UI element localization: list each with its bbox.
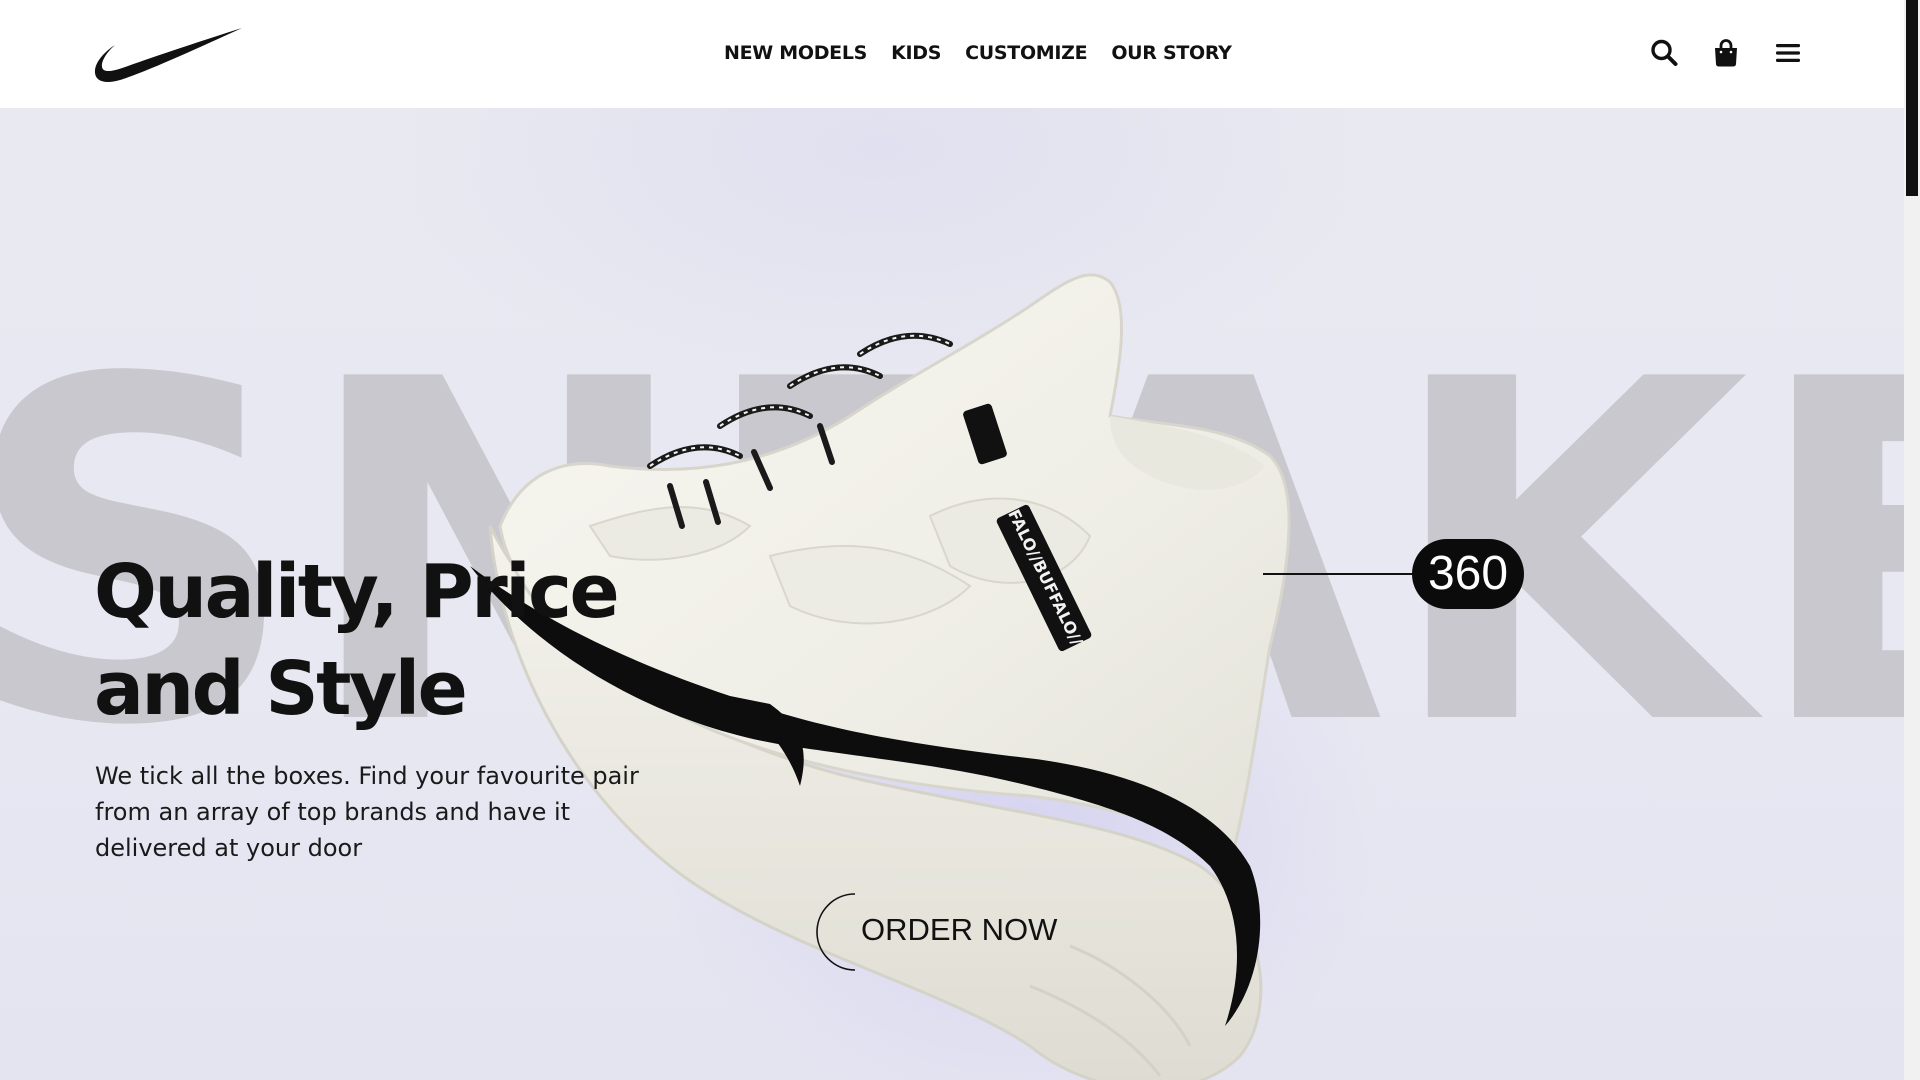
headline-line-2: and Style [94, 646, 468, 732]
badge-connector-line [1263, 573, 1413, 575]
nav-our-story[interactable]: OUR STORY [1111, 42, 1232, 64]
shopping-bag-icon[interactable] [1712, 38, 1740, 68]
main-nav: NEW MODELS KIDS CUSTOMIZE OUR STORY [724, 42, 1232, 64]
order-now-button[interactable]: ORDER NOW [815, 892, 1065, 972]
hero-description: We tick all the boxes. Find your favouri… [95, 762, 639, 862]
hero-section: SNEAKERS [0, 108, 1904, 1080]
menu-icon[interactable] [1774, 38, 1802, 68]
order-now-label: ORDER NOW [861, 912, 1058, 947]
site-header: NEW MODELS KIDS CUSTOMIZE OUR STORY [0, 0, 1904, 108]
nav-customize[interactable]: CUSTOMIZE [965, 42, 1088, 64]
headline-line-1: Quality, Price [94, 549, 620, 635]
nav-new-models[interactable]: NEW MODELS [724, 42, 867, 64]
nav-kids[interactable]: KIDS [891, 42, 941, 64]
scrollbar-thumb[interactable] [1906, 0, 1918, 196]
swoosh-logo[interactable] [94, 26, 244, 84]
view-360-badge[interactable]: 360 [1412, 539, 1524, 609]
header-actions [1650, 38, 1802, 68]
hero-headline: Quality, Price and Style [94, 544, 654, 738]
page-scrollbar[interactable] [1904, 0, 1920, 1080]
search-icon[interactable] [1650, 38, 1678, 68]
